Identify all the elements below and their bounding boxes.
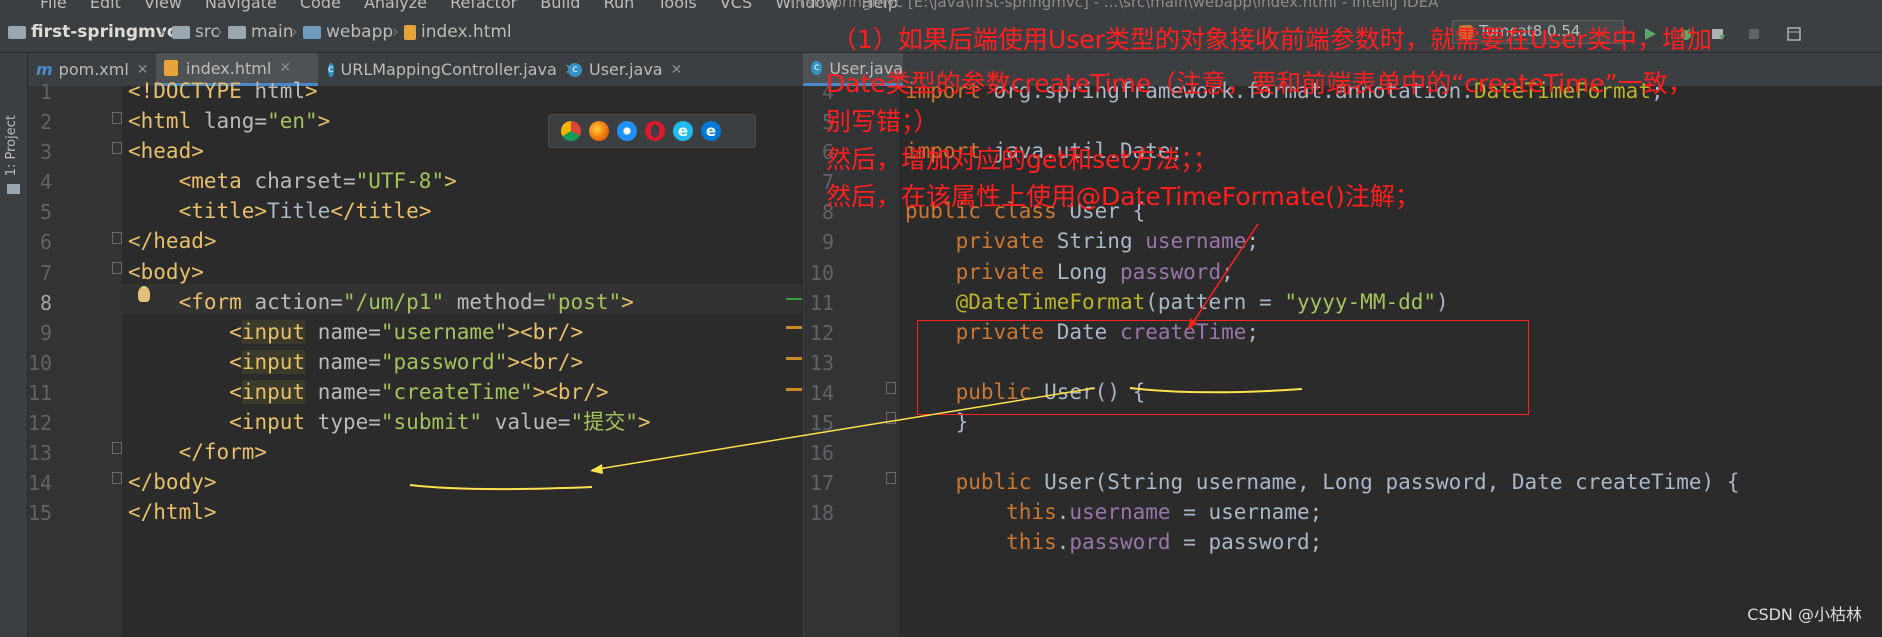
underline-createtime-java bbox=[1129, 387, 1303, 394]
annotation-arrow-red bbox=[1187, 223, 1259, 331]
arrow-head-icon bbox=[590, 464, 603, 474]
annotation-arrow-yellow bbox=[591, 387, 1096, 471]
watermark: CSDN @小枯林 bbox=[1747, 605, 1862, 624]
arrow-head-icon bbox=[1188, 318, 1197, 330]
underline-createtime-html bbox=[409, 484, 593, 491]
annotation-arrows bbox=[409, 223, 1303, 491]
